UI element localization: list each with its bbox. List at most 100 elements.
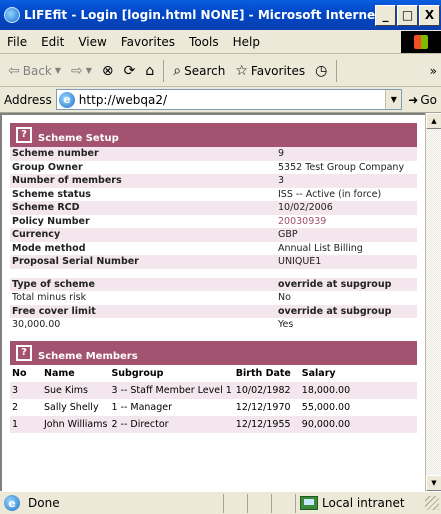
row-value: override at subgroup xyxy=(276,304,417,318)
history-button[interactable]: ◷ xyxy=(311,58,331,84)
row-label: Type of scheme xyxy=(10,277,276,291)
search-button[interactable]: ⌕ Search xyxy=(169,58,229,84)
column-header-name: Name xyxy=(42,364,110,382)
member-name: Sally Shelly xyxy=(42,398,110,416)
column-header-no: No xyxy=(10,364,42,382)
favorites-label: Favorites xyxy=(250,63,306,78)
row-label: Total minus risk xyxy=(10,291,276,305)
row-value: 9 xyxy=(276,147,417,161)
search-icon: ⌕ xyxy=(173,62,182,79)
address-label: Address xyxy=(4,92,52,107)
member-no: 1 xyxy=(10,415,42,433)
forward-button[interactable]: ⇨ ▼ xyxy=(67,58,96,84)
policy-number-link[interactable]: 20030939 xyxy=(276,214,417,228)
resize-grip[interactable] xyxy=(425,496,439,510)
toolbar: ⇦ Back ▼ ⇨ ▼ ⊗ ⟳ ⌂ ⌕ Search ☆ Favorites … xyxy=(0,55,441,87)
member-salary: 55,000.00 xyxy=(299,398,417,416)
windows-logo-icon xyxy=(401,30,441,53)
favorites-button[interactable]: ☆ Favorites xyxy=(231,58,309,84)
toolbar-divider xyxy=(163,59,165,82)
maximize-button[interactable]: □ xyxy=(397,4,418,26)
help-icon[interactable]: ? xyxy=(16,344,32,361)
row-value: override at supgroup xyxy=(276,277,417,291)
star-icon: ☆ xyxy=(235,62,248,79)
vertical-scrollbar[interactable]: ▲ ▼ xyxy=(425,113,441,491)
zone-label: Local intranet xyxy=(322,496,405,510)
address-input[interactable]: e http://webqa2/ ▼ xyxy=(55,89,403,110)
menu-view[interactable]: View xyxy=(71,35,113,49)
member-salary: 90,000.00 xyxy=(299,415,417,433)
row-label: Mode method xyxy=(10,241,276,255)
go-button[interactable]: ➜ Go xyxy=(402,93,441,107)
status-pane: e Done xyxy=(0,493,224,513)
row-label: Free cover limit xyxy=(10,304,276,318)
intranet-zone-icon xyxy=(300,496,318,510)
security-zone[interactable]: Local intranet xyxy=(296,496,425,510)
table-row: Total minus risk No xyxy=(10,291,417,305)
table-row[interactable]: 1 John Williams 2 -- Director 12/12/1955… xyxy=(10,415,417,433)
stop-icon: ⊗ xyxy=(101,62,114,79)
status-pane-progress xyxy=(224,493,248,513)
forward-arrow-icon: ⇨ xyxy=(71,62,83,79)
home-icon: ⌂ xyxy=(145,62,155,79)
member-no: 2 xyxy=(10,398,42,416)
table-row: Policy Number 20030939 xyxy=(10,214,417,228)
address-url: http://webqa2/ xyxy=(78,92,168,107)
table-row: Type of scheme override at supgroup xyxy=(10,277,417,291)
refresh-button[interactable]: ⟳ xyxy=(120,58,140,84)
page-viewport[interactable]: ? Scheme Setup Scheme number 9 Group Own… xyxy=(0,113,425,491)
menu-tools[interactable]: Tools xyxy=(182,35,226,49)
go-arrow-icon: ➜ xyxy=(408,92,419,107)
ie-app-icon[interactable] xyxy=(4,7,20,23)
title-bar: LIFEfit - Login [login.html NONE] - Micr… xyxy=(0,0,441,30)
back-button[interactable]: ⇦ Back ▼ xyxy=(4,58,65,84)
minimize-button[interactable]: _ xyxy=(375,4,396,26)
ie-status-icon: e xyxy=(4,495,20,511)
chevron-down-icon[interactable]: ▼ xyxy=(55,66,61,75)
scroll-up-icon[interactable]: ▲ xyxy=(426,113,441,129)
table-row: Proposal Serial Number UNIQUE1 xyxy=(10,255,417,269)
row-value: 3 xyxy=(276,174,417,188)
row-value: No xyxy=(276,291,417,305)
table-row: Scheme number 9 xyxy=(10,147,417,161)
help-icon[interactable]: ? xyxy=(16,127,32,143)
history-icon: ◷ xyxy=(315,62,328,79)
member-birth-date: 12/12/1955 xyxy=(233,415,300,433)
back-label: Back xyxy=(22,63,52,78)
stop-button[interactable]: ⊗ xyxy=(98,58,118,84)
row-value: UNIQUE1 xyxy=(276,255,417,269)
row-label: Scheme RCD xyxy=(10,201,276,215)
menu-file[interactable]: File xyxy=(0,35,34,49)
row-label: Group Owner xyxy=(10,160,276,174)
table-row: Mode method Annual List Billing xyxy=(10,241,417,255)
member-no: 3 xyxy=(10,381,42,399)
row-label: Scheme number xyxy=(10,147,276,161)
toolbar-overflow[interactable]: » xyxy=(430,64,441,78)
home-button[interactable]: ⌂ xyxy=(141,58,158,84)
table-row[interactable]: 3 Sue Kims 3 -- Staff Member Level 1 10/… xyxy=(10,381,417,399)
table-row: Free cover limit override at subgroup xyxy=(10,304,417,318)
scheme-members-title: Scheme Members xyxy=(38,350,138,362)
scheme-members-header: ? Scheme Members xyxy=(10,340,417,365)
row-label: 30,000.00 xyxy=(10,318,276,332)
scroll-down-icon[interactable]: ▼ xyxy=(426,475,441,491)
member-name: Sue Kims xyxy=(42,381,110,399)
back-arrow-icon: ⇦ xyxy=(8,62,20,79)
toolbar-divider xyxy=(336,59,338,82)
table-row: Currency GBP xyxy=(10,228,417,242)
menu-edit[interactable]: Edit xyxy=(34,35,71,49)
member-subgroup: 2 -- Director xyxy=(109,415,234,433)
row-label: Number of members xyxy=(10,174,276,188)
address-dropdown-icon[interactable]: ▼ xyxy=(385,90,402,109)
table-row: Group Owner 5352 Test Group Company xyxy=(10,160,417,174)
menu-help[interactable]: Help xyxy=(226,35,267,49)
row-label: Policy Number xyxy=(10,214,276,228)
column-header-subgroup: Subgroup xyxy=(109,364,234,382)
row-value: Yes xyxy=(276,318,417,332)
chevron-down-icon[interactable]: ▼ xyxy=(86,66,92,75)
table-row: Scheme status ISS -- Active (in force) xyxy=(10,187,417,201)
close-button[interactable]: X xyxy=(419,4,440,26)
table-row[interactable]: 2 Sally Shelly 1 -- Manager 12/12/1970 5… xyxy=(10,398,417,416)
menu-favorites[interactable]: Favorites xyxy=(114,35,182,49)
